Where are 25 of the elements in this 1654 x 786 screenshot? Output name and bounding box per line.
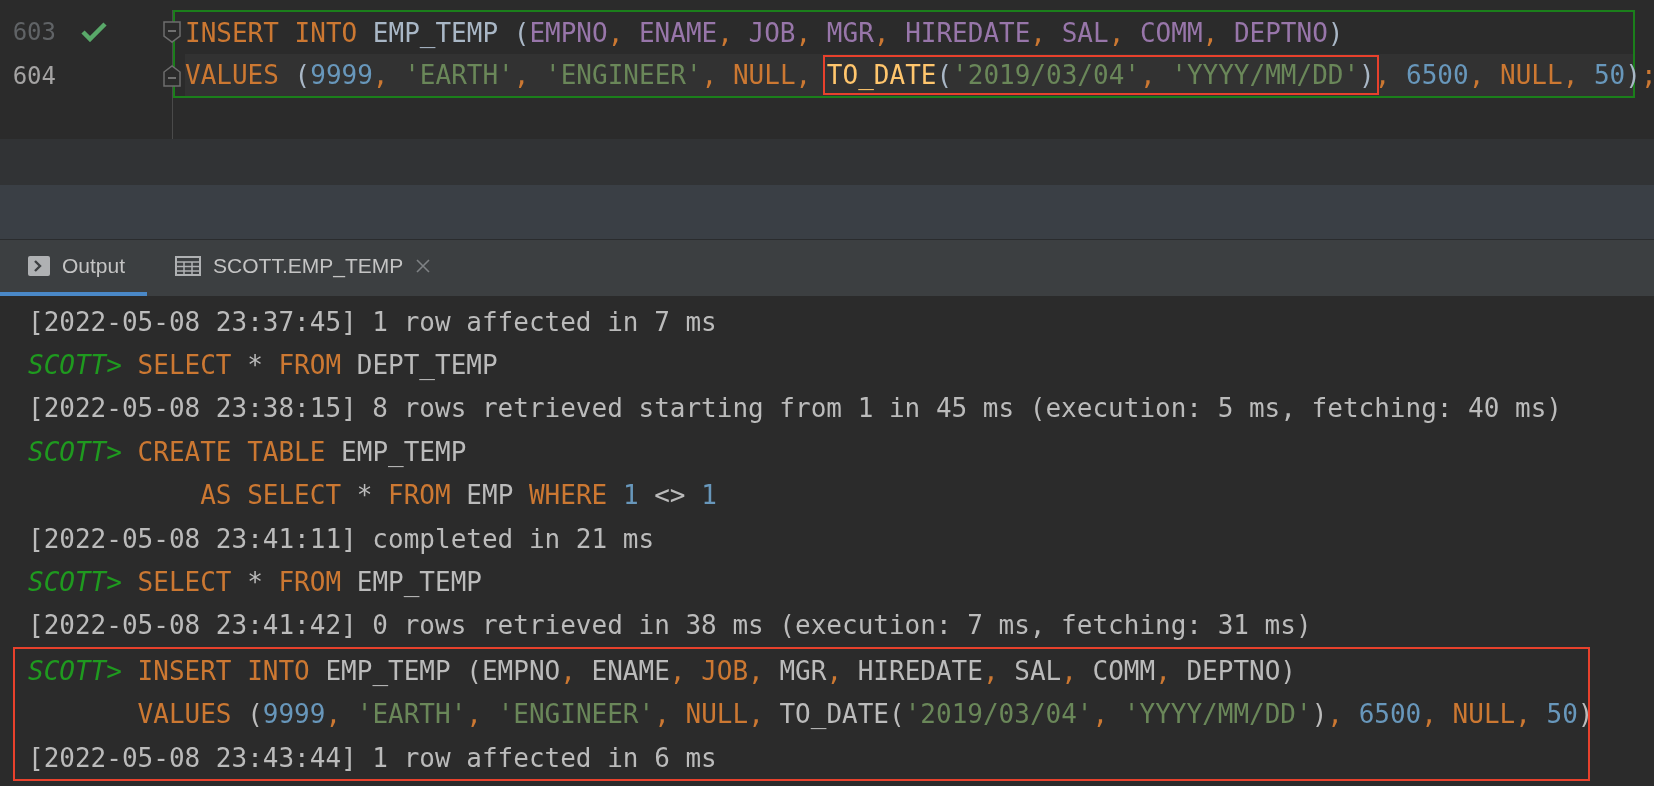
console-line: AS SELECT * FROM EMP WHERE 1 <> 1: [199, 480, 717, 511]
highlight-frame: TO_DATE('2019/03/04', 'YYYY/MM/DD'): [822, 55, 1379, 95]
line-number: 603: [11, 18, 56, 46]
line-number: 604: [11, 62, 56, 90]
panel-tab[interactable]: SCOTT.EMP_TEMP: [147, 240, 454, 296]
console-line: VALUES (9999, 'EARTH', 'ENGINEER', NULL, TO_DATE('2019/03/04', 'YYYY/MM/DD'), 6500, NULL, 50): [136, 699, 1594, 730]
close-icon[interactable]: [415, 258, 432, 274]
code-line: VALUES (9999, 'EARTH', 'ENGINEER', NULL, TO_DATE('2019/03/04', 'YYYY/MM/DD'), 6500, NULL, 50);: [185, 55, 1654, 95]
console-line: SCOTT> SELECT * FROM DEPT_TEMP: [28, 350, 498, 381]
console-line: SCOTT> CREATE TABLE EMP_TEMP: [28, 436, 467, 467]
table-icon: [175, 256, 202, 276]
panel-tab[interactable]: Output: [0, 240, 148, 296]
fold-marker-icon: [163, 65, 181, 87]
console-line: [2022-05-08 23:41:42] 0 rows retrieved in 38 ms (execution: 7 ms, fetching: 31 ms): [28, 610, 1312, 641]
console-line: SCOTT> SELECT * FROM EMP_TEMP: [28, 567, 482, 598]
console-line: [2022-05-08 23:41:11] completed in 21 ms: [28, 523, 655, 554]
console-line: [2022-05-08 23:43:44] 1 row affected in 6 ms: [28, 742, 717, 773]
console-line: [2022-05-08 23:37:45] 1 row affected in 7 ms: [28, 306, 717, 337]
console-line: [2022-05-08 23:38:15] 8 rows retrieved starting from 1 in 45 ms (execution: 5 ms, fetching: 40 ms): [28, 393, 1563, 424]
fold-marker-icon: [163, 21, 181, 43]
tab-label: SCOTT.EMP_TEMP: [213, 254, 404, 278]
code-line: INSERT INTO EMP_TEMP (EMPNO, ENAME, JOB, MGR, HIREDATE, SAL, COMM, DEPTNO): [185, 17, 1344, 49]
console-line: SCOTT> INSERT INTO EMP_TEMP (EMPNO, ENAME, JOB, MGR, HIREDATE, SAL, COMM, DEPTNO): [28, 655, 1297, 686]
console-icon: [28, 256, 50, 276]
tab-label: Output: [62, 254, 126, 278]
